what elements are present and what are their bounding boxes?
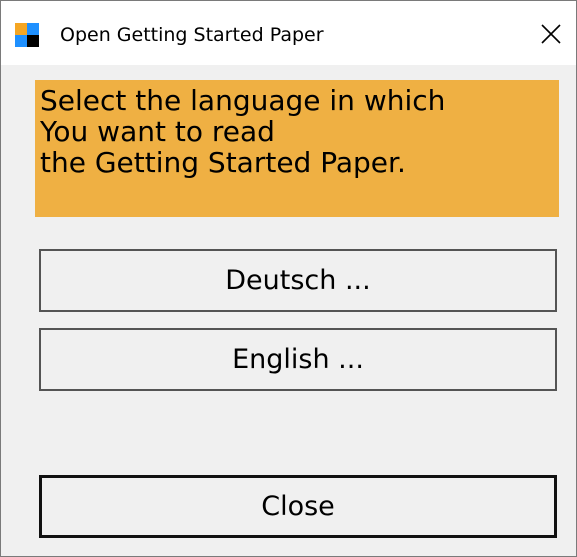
- instruction-line: the Getting Started Paper.: [40, 146, 406, 179]
- close-button[interactable]: Close: [39, 475, 557, 538]
- instruction-line: Select the language in which: [40, 84, 446, 117]
- instruction-line: You want to read: [40, 115, 275, 148]
- english-button[interactable]: English ...: [39, 328, 557, 391]
- instruction-message: Select the language in which You want to…: [35, 80, 559, 217]
- dialog-window: Open Getting Started Paper Select the la…: [0, 0, 577, 557]
- window-title: Open Getting Started Paper: [60, 24, 324, 46]
- close-icon[interactable]: [532, 15, 570, 53]
- deutsch-button[interactable]: Deutsch ...: [39, 249, 557, 312]
- title-bar[interactable]: Open Getting Started Paper: [1, 1, 576, 65]
- app-logo-icon: [15, 23, 39, 47]
